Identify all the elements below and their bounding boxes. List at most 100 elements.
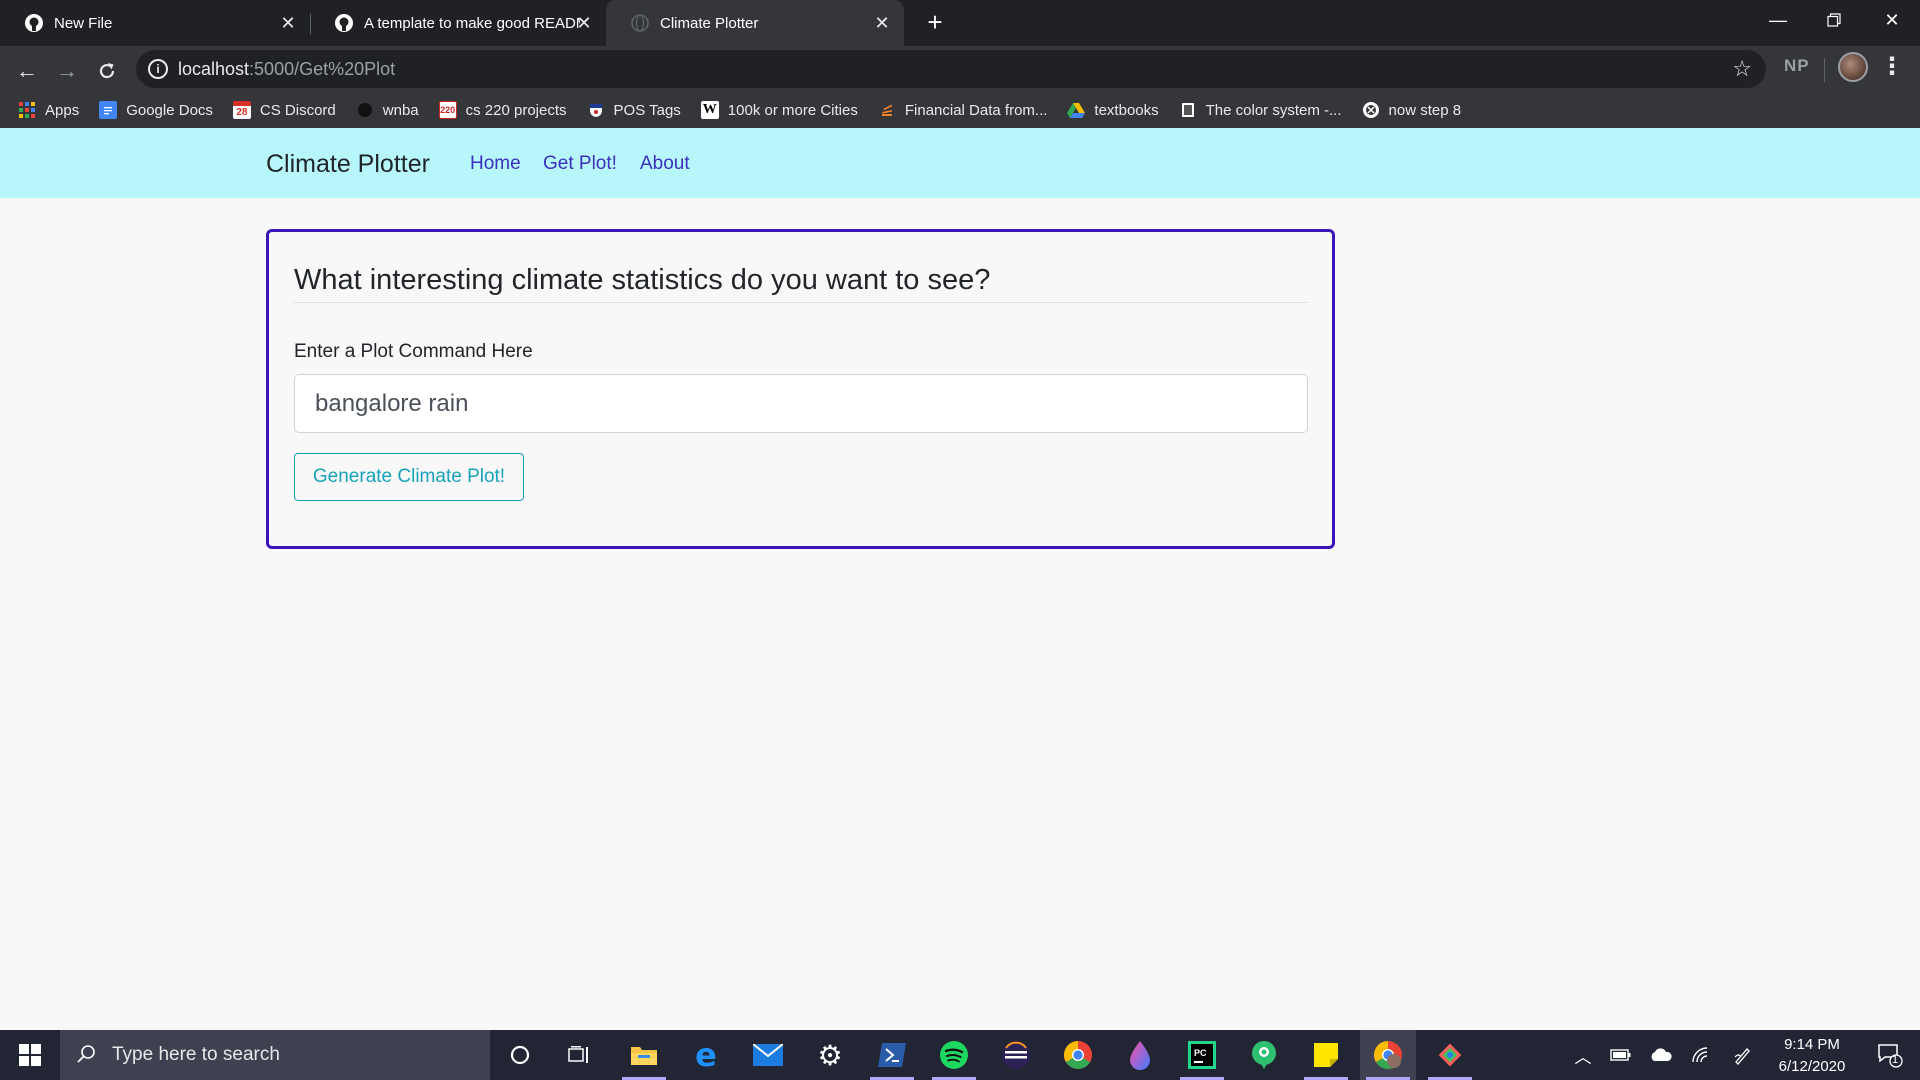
taskbar-search-box[interactable]: Type here to search xyxy=(60,1030,490,1080)
clock-time: 9:14 PM xyxy=(1784,1036,1840,1053)
reload-icon[interactable] xyxy=(90,54,124,88)
bookmark-label: wnba xyxy=(382,101,419,119)
sticky-notes-icon[interactable] xyxy=(1298,1030,1354,1080)
mail-icon[interactable] xyxy=(740,1030,796,1080)
file-explorer-icon[interactable] xyxy=(616,1030,672,1080)
bookmark-label: The color system -... xyxy=(1205,101,1342,119)
eclipse-icon[interactable] xyxy=(988,1030,1044,1080)
window-close-icon[interactable]: ✕ xyxy=(1864,0,1920,40)
forward-arrow-icon[interactable]: → xyxy=(50,54,84,88)
basketball-icon xyxy=(356,101,374,119)
onedrive-cloud-icon[interactable] xyxy=(1644,1030,1678,1080)
wifi-icon[interactable] xyxy=(1684,1030,1718,1080)
bookmark-star-icon[interactable]: ☆ xyxy=(1732,56,1752,82)
chrome-active-window-icon[interactable] xyxy=(1360,1030,1416,1080)
bookmark-google-docs[interactable]: Google Docs xyxy=(99,101,213,119)
close-icon[interactable]: ✕ xyxy=(278,13,298,33)
apps-grid-icon xyxy=(18,101,36,119)
bookmark-label: cs 220 projects xyxy=(465,101,567,119)
bookmark-label: Google Docs xyxy=(126,101,213,119)
bookmark-label: Financial Data from... xyxy=(904,101,1048,119)
calendar-icon: 28 xyxy=(232,101,251,119)
nav-link-get-plot[interactable]: Get Plot! xyxy=(543,153,617,175)
bookmark-cs-220-projects[interactable]: 220 cs 220 projects xyxy=(438,101,567,119)
browser-toolbar: ← → i localhost:5000/Get%20Plot ☆ NP ⋮ A… xyxy=(0,46,1920,128)
close-icon[interactable]: ✕ xyxy=(574,13,594,33)
bookmarks-bar: Apps Google Docs 28 CS Discord wnba 220 … xyxy=(0,92,1920,128)
bookmark-color-system[interactable]: The color system -... xyxy=(1179,101,1342,119)
github-icon xyxy=(24,13,44,33)
edge-icon[interactable]: e xyxy=(678,1030,734,1080)
globe-icon xyxy=(630,13,650,33)
form-heading: What interesting climate statistics do y… xyxy=(294,264,1308,303)
bookmark-apps[interactable]: Apps xyxy=(18,101,79,119)
cortana-icon[interactable] xyxy=(492,1030,548,1080)
bookmark-label: textbooks xyxy=(1094,101,1159,119)
plot-form-card: What interesting climate statistics do y… xyxy=(266,229,1335,549)
extension-np-badge[interactable]: NP xyxy=(1784,56,1810,76)
maps-pin-icon[interactable] xyxy=(1236,1030,1292,1080)
plot-command-input[interactable] xyxy=(294,374,1308,433)
taskbar-clock[interactable]: 9:14 PM 6/12/2020 xyxy=(1762,1034,1862,1078)
bookmark-textbooks[interactable]: textbooks xyxy=(1067,101,1159,119)
new-tab-button[interactable]: + xyxy=(920,8,950,38)
globe-icon xyxy=(1362,101,1380,119)
tab-new-file[interactable]: New File ✕ xyxy=(0,0,310,46)
google-drive-icon xyxy=(1067,101,1086,119)
nav-link-home[interactable]: Home xyxy=(470,153,521,175)
tab-title: A template to make good READM xyxy=(364,14,580,32)
url-text: localhost:5000/Get%20Plot xyxy=(178,59,395,80)
address-bar[interactable]: i localhost:5000/Get%20Plot ☆ xyxy=(136,50,1766,88)
bootstrap-icon xyxy=(1179,101,1197,119)
site-navbar: Climate Plotter Home Get Plot! About xyxy=(0,128,1920,198)
close-icon[interactable]: ✕ xyxy=(872,13,892,33)
battery-icon[interactable] xyxy=(1604,1030,1638,1080)
restore-icon[interactable] xyxy=(1806,0,1862,40)
google-docs-icon xyxy=(99,101,118,119)
bookmark-cs-discord[interactable]: 28 CS Discord xyxy=(232,101,336,119)
tab-title: New File xyxy=(54,14,113,32)
tab-readme-template[interactable]: A template to make good READM ✕ xyxy=(310,0,606,46)
paint-drop-icon[interactable] xyxy=(1112,1030,1168,1080)
chevron-up-icon[interactable]: ︿ xyxy=(1568,1030,1598,1080)
url-path: :5000/Get%20Plot xyxy=(249,59,396,79)
bookmark-financial-data[interactable]: Financial Data from... xyxy=(878,101,1048,119)
windows-taskbar: Type here to search e ⚙ PC ︿ 9:14 PM 6/1… xyxy=(0,1030,1920,1080)
tab-title: Climate Plotter xyxy=(660,14,759,32)
search-icon xyxy=(76,1044,98,1066)
plot-command-label: Enter a Plot Command Here xyxy=(294,341,533,362)
pycharm-icon[interactable]: PC xyxy=(1174,1030,1230,1080)
profile-avatar[interactable] xyxy=(1838,52,1868,82)
bookmark-pos-tags[interactable]: POS Tags xyxy=(587,101,681,119)
tab-climate-plotter[interactable]: Climate Plotter ✕ xyxy=(606,0,904,46)
notification-count: 1 xyxy=(1891,1054,1899,1066)
notification-center-icon[interactable]: 1 xyxy=(1868,1030,1912,1080)
search-placeholder: Type here to search xyxy=(112,1044,280,1065)
minimize-icon[interactable]: — xyxy=(1750,0,1806,40)
course-icon: 220 xyxy=(438,101,457,119)
bookmark-100k-cities[interactable]: W 100k or more Cities xyxy=(700,101,858,119)
generate-plot-button[interactable]: Generate Climate Plot! xyxy=(294,453,524,501)
site-brand[interactable]: Climate Plotter xyxy=(266,150,430,179)
bookmark-wnba[interactable]: wnba xyxy=(356,101,419,119)
menu-kebab-icon[interactable]: ⋮ xyxy=(1880,52,1904,82)
url-host: localhost xyxy=(178,59,250,79)
task-view-icon[interactable] xyxy=(552,1030,608,1080)
bookmark-now-step-8[interactable]: now step 8 xyxy=(1362,101,1462,119)
stack-icon xyxy=(878,101,896,119)
chrome-icon[interactable] xyxy=(1050,1030,1106,1080)
info-icon[interactable]: i xyxy=(148,59,168,79)
powershell-icon[interactable] xyxy=(864,1030,920,1080)
back-arrow-icon[interactable]: ← xyxy=(10,54,44,88)
spotify-icon[interactable] xyxy=(926,1030,982,1080)
settings-gear-icon[interactable]: ⚙ xyxy=(802,1030,858,1080)
bookmark-label: Apps xyxy=(45,101,80,119)
windows-start-icon[interactable] xyxy=(0,1030,60,1080)
bookmark-label: CS Discord xyxy=(259,101,336,119)
bookmark-label: 100k or more Cities xyxy=(727,101,858,119)
nav-link-about[interactable]: About xyxy=(640,153,690,175)
wikipedia-icon: W xyxy=(700,101,719,119)
pen-workspace-icon[interactable] xyxy=(1726,1030,1760,1080)
bookmark-label: now step 8 xyxy=(1388,101,1462,119)
gitkraken-icon[interactable] xyxy=(1422,1030,1478,1080)
